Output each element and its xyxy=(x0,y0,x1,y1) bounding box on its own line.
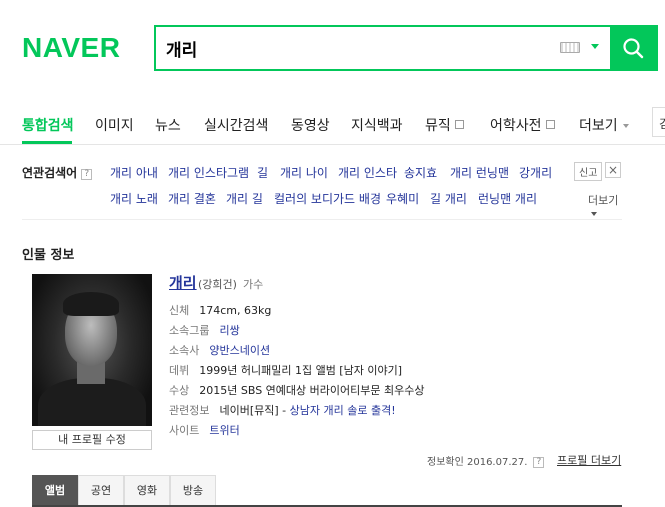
help-icon[interactable]: ? xyxy=(533,457,545,468)
autocomplete-toggle-icon[interactable] xyxy=(591,44,599,49)
info-key: 소속그룹 xyxy=(169,324,210,337)
related-link[interactable]: 개리 결혼 xyxy=(168,190,216,207)
subtab-album[interactable]: 앨범 xyxy=(32,475,78,505)
info-row-award: 수상 2015년 SBS 연예대상 버라이어티부문 최우수상 xyxy=(169,382,424,398)
related-link[interactable]: 송지효 xyxy=(404,164,437,181)
related-link[interactable]: 개리 나이 xyxy=(280,164,328,181)
subtab-concert[interactable]: 공연 xyxy=(78,475,124,505)
info-value-link[interactable]: 리쌍 xyxy=(219,324,239,337)
tab-music-label: 뮤직 xyxy=(425,118,451,134)
photo-body-shape xyxy=(38,378,146,426)
close-icon[interactable]: × xyxy=(605,162,621,178)
tab-encyclopedia[interactable]: 지식백과 xyxy=(351,115,403,135)
related-link[interactable]: 개리 런닝맨 xyxy=(450,164,509,181)
search-icon xyxy=(623,38,644,59)
info-value: 1999년 허니패밀리 1집 앨범 [남자 이야기] xyxy=(199,364,402,377)
search-input[interactable] xyxy=(156,27,610,69)
info-row-group: 소속그룹 리쌍 xyxy=(169,322,240,338)
related-link[interactable]: 개리 인스타그램 xyxy=(168,164,249,181)
verified-text: 정보확인 2016.07.27. xyxy=(427,457,528,468)
info-verified-date: 정보확인 2016.07.27.? xyxy=(427,453,545,468)
chevron-down-icon xyxy=(622,124,629,128)
related-link[interactable]: 개리 노래 xyxy=(110,190,158,207)
tab-dictionary[interactable]: 어학사전 xyxy=(490,115,555,135)
help-icon[interactable]: ? xyxy=(81,169,93,180)
info-row-site: 사이트 트위터 xyxy=(169,422,240,438)
person-job: 가수 xyxy=(242,278,264,291)
info-key: 사이트 xyxy=(169,424,200,437)
profile-photo[interactable] xyxy=(32,274,152,426)
search-button[interactable] xyxy=(610,27,656,69)
active-tab-indicator xyxy=(22,141,72,144)
info-value-link[interactable]: 트위터 xyxy=(209,424,239,437)
info-value: 174cm, 63kg xyxy=(199,304,272,317)
search-box xyxy=(154,25,658,71)
info-value: 2015년 SBS 연예대상 버라이어티부문 최우수상 xyxy=(199,384,425,397)
person-name[interactable]: 개리 xyxy=(169,272,197,293)
related-more-button[interactable]: 더보기 xyxy=(588,192,622,221)
info-key: 소속사 xyxy=(169,344,200,357)
related-link[interactable]: 길 xyxy=(257,164,268,181)
info-value-link[interactable]: 상남자 개리 솔로 출격! xyxy=(290,404,396,417)
tab-images[interactable]: 이미지 xyxy=(95,115,134,135)
related-link[interactable]: 개리 아내 xyxy=(110,164,158,181)
photo-hair-shape xyxy=(63,292,119,316)
related-link[interactable]: 컬러의 보디가드 배경 xyxy=(274,190,381,207)
info-key: 관련정보 xyxy=(169,404,210,417)
tab-more[interactable]: 더보기 xyxy=(579,115,629,135)
tab-music[interactable]: 뮤직 xyxy=(425,115,464,135)
tab-integrated[interactable]: 통합검색 xyxy=(22,115,74,135)
info-value-link[interactable]: 양반스네이션 xyxy=(209,344,270,357)
naver-logo[interactable]: NAVER xyxy=(22,32,120,64)
profile-subtabs: 앨범 공연 영화 방송 xyxy=(32,475,622,507)
related-more-label: 더보기 xyxy=(588,194,619,207)
keyboard-icon[interactable] xyxy=(560,42,580,53)
info-row-related: 관련정보 네이버[뮤직] - 상남자 개리 솔로 출격! xyxy=(169,402,396,418)
report-button[interactable]: 신고 xyxy=(574,162,603,181)
info-row-debut: 데뷔 1999년 허니패밀리 1집 앨범 [남자 이야기] xyxy=(169,362,402,378)
related-link[interactable]: 길 개리 xyxy=(430,190,467,207)
person-subtitle: (강희건) 가수 xyxy=(198,276,263,292)
external-link-icon xyxy=(454,120,464,129)
related-link[interactable]: 개리 인스타 xyxy=(338,164,397,181)
related-link[interactable]: 강개리 xyxy=(519,164,552,181)
section-title: 인물 정보 xyxy=(22,248,75,263)
tab-news[interactable]: 뉴스 xyxy=(155,115,181,135)
tab-video[interactable]: 동영상 xyxy=(291,115,330,135)
search-option-button[interactable]: 검 xyxy=(652,107,665,137)
related-searches-label: 연관검색어? xyxy=(22,164,93,181)
info-key: 수상 xyxy=(169,384,190,397)
related-link[interactable]: 런닝맨 개리 xyxy=(478,190,537,207)
info-key: 데뷔 xyxy=(169,364,190,377)
search-tabs: 통합검색 이미지 뉴스 실시간검색 동영상 지식백과 뮤직 어학사전 더보기 xyxy=(0,103,665,145)
info-row-agency: 소속사 양반스네이션 xyxy=(169,342,270,358)
profile-more-link[interactable]: 프로필 더보기 xyxy=(557,452,621,468)
subtab-broadcast[interactable]: 방송 xyxy=(170,475,216,505)
tab-dictionary-label: 어학사전 xyxy=(490,118,542,134)
related-link[interactable]: 우혜미 xyxy=(386,190,419,207)
tab-realtime[interactable]: 실시간검색 xyxy=(204,115,268,135)
info-value: 네이버[뮤직] - xyxy=(219,404,290,417)
person-real-name: (강희건) xyxy=(198,278,237,291)
chevron-down-icon xyxy=(591,212,597,216)
related-searches: 연관검색어? 개리 아내 개리 인스타그램 길 개리 나이 개리 인스타 송지효… xyxy=(22,162,622,220)
related-link[interactable]: 개리 길 xyxy=(226,190,263,207)
subtab-movie[interactable]: 영화 xyxy=(124,475,170,505)
related-searches-title: 연관검색어 xyxy=(22,166,78,180)
external-link-icon xyxy=(545,120,555,129)
tab-more-label: 더보기 xyxy=(579,118,618,134)
edit-profile-button[interactable]: 내 프로필 수정 xyxy=(32,430,152,450)
info-key: 신체 xyxy=(169,304,190,317)
info-row-body: 신체 174cm, 63kg xyxy=(169,302,271,318)
